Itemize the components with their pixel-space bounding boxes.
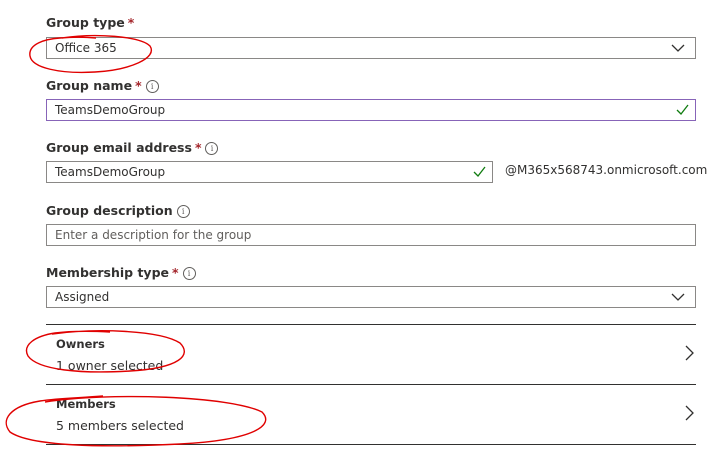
chevron-right-icon [685, 405, 694, 421]
group-email-value: TeamsDemoGroup [55, 165, 166, 179]
required-asterisk: * [127, 15, 135, 30]
group-type-label-text: Group type [46, 15, 125, 30]
info-icon[interactable]: i [176, 205, 190, 218]
group-email-label: Group email address * i [46, 140, 219, 156]
chevron-right-icon [685, 345, 694, 361]
group-description-label: Group description i [46, 203, 190, 219]
checkmark-icon [473, 166, 486, 177]
group-name-value: TeamsDemoGroup [55, 103, 166, 117]
group-type-value: Office 365 [55, 41, 117, 55]
membership-type-label: Membership type * i [46, 265, 196, 281]
required-asterisk: * [172, 265, 179, 280]
divider [46, 444, 696, 445]
email-domain-suffix: @M365x568743.onmicrosoft.com [505, 163, 708, 177]
chevron-down-icon [671, 293, 685, 301]
group-description-label-text: Group description [46, 203, 173, 218]
group-description-placeholder: Enter a description for the group [55, 228, 252, 242]
required-asterisk: * [194, 140, 202, 155]
group-description-input[interactable]: Enter a description for the group [46, 224, 696, 246]
members-value: 5 members selected [56, 418, 184, 433]
group-email-input[interactable]: TeamsDemoGroup [46, 161, 493, 183]
membership-type-dropdown[interactable]: Assigned [46, 286, 696, 308]
required-asterisk: * [135, 78, 142, 93]
membership-type-value: Assigned [55, 290, 110, 304]
group-type-label: Group type * [46, 15, 134, 31]
owners-title: Owners [56, 337, 105, 351]
new-group-form: Group type * Office 365 Group name * i Team… [0, 0, 723, 466]
group-name-input[interactable]: TeamsDemoGroup [46, 99, 696, 121]
members-row[interactable]: Members 5 members selected [46, 385, 696, 443]
group-email-label-text: Group email address [46, 140, 192, 155]
info-icon[interactable]: i [182, 267, 196, 280]
membership-type-label-text: Membership type [46, 265, 170, 280]
owners-value: 1 owner selected [56, 358, 164, 373]
info-icon[interactable]: i [205, 142, 219, 155]
owners-row[interactable]: Owners 1 owner selected [46, 325, 696, 383]
info-icon[interactable]: i [145, 80, 159, 93]
checkmark-icon [676, 104, 689, 115]
members-title: Members [56, 397, 116, 411]
group-type-dropdown[interactable]: Office 365 [46, 37, 696, 59]
group-name-label: Group name * i [46, 78, 159, 94]
chevron-down-icon [671, 44, 685, 52]
group-name-label-text: Group name [46, 78, 133, 93]
